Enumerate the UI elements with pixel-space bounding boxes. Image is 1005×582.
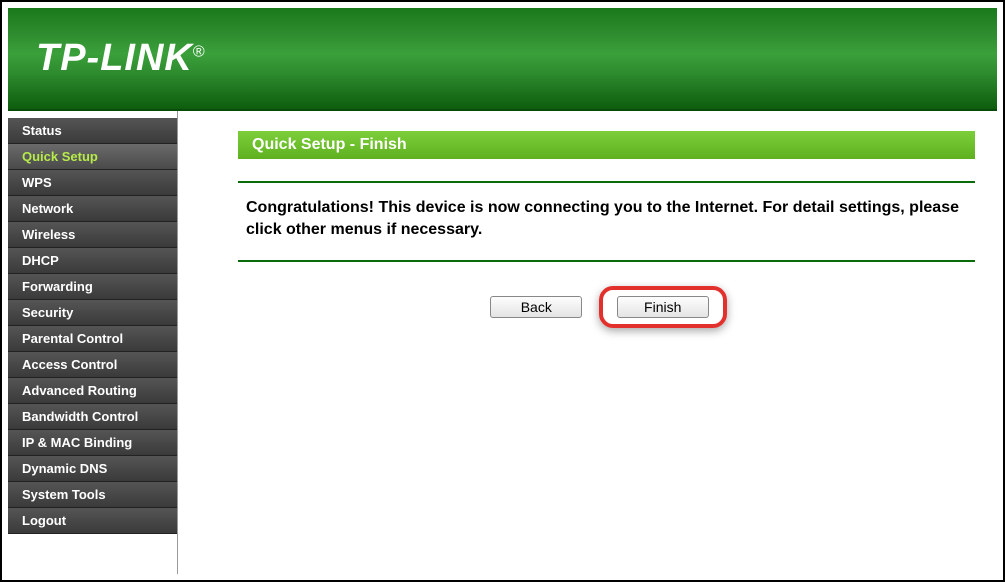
sidebar-item-label: Parental Control xyxy=(22,331,123,346)
sidebar-item-dynamic-dns[interactable]: Dynamic DNS xyxy=(8,456,177,482)
sidebar-item-label: Status xyxy=(22,123,62,138)
sidebar-item-label: Bandwidth Control xyxy=(22,409,138,424)
sidebar-item-label: DHCP xyxy=(22,253,59,268)
sidebar-item-ip-mac-binding[interactable]: IP & MAC Binding xyxy=(8,430,177,456)
sidebar-item-logout[interactable]: Logout xyxy=(8,508,177,534)
sidebar-item-label: IP & MAC Binding xyxy=(22,435,132,450)
sidebar-item-bandwidth-control[interactable]: Bandwidth Control xyxy=(8,404,177,430)
sidebar-item-label: WPS xyxy=(22,175,52,190)
back-button[interactable]: Back xyxy=(490,296,582,318)
sidebar-item-forwarding[interactable]: Forwarding xyxy=(8,274,177,300)
sidebar-item-label: Network xyxy=(22,201,73,216)
header: TP-LINK® xyxy=(8,8,997,111)
page-title: Quick Setup - Finish xyxy=(238,131,975,159)
sidebar-item-label: System Tools xyxy=(22,487,106,502)
button-row: Back Finish xyxy=(238,276,975,328)
finish-button[interactable]: Finish xyxy=(617,296,709,318)
sidebar-item-wireless[interactable]: Wireless xyxy=(8,222,177,248)
brand-logo: TP-LINK® xyxy=(36,37,206,80)
sidebar-item-label: Advanced Routing xyxy=(22,383,137,398)
brand-text: TP-LINK xyxy=(36,37,193,79)
app-inner: TP-LINK® Status Quick Setup WPS Network Wire… xyxy=(8,8,997,574)
sidebar: Status Quick Setup WPS Network Wireless DHCP F… xyxy=(8,111,178,574)
body: Status Quick Setup WPS Network Wireless DHCP F… xyxy=(8,111,997,574)
sidebar-item-dhcp[interactable]: DHCP xyxy=(8,248,177,274)
content: Quick Setup - Finish Congratulations! Th… xyxy=(178,111,997,574)
sidebar-item-label: Security xyxy=(22,305,73,320)
sidebar-item-security[interactable]: Security xyxy=(8,300,177,326)
sidebar-item-network[interactable]: Network xyxy=(8,196,177,222)
sidebar-item-system-tools[interactable]: System Tools xyxy=(8,482,177,508)
sidebar-item-access-control[interactable]: Access Control xyxy=(8,352,177,378)
sidebar-item-label: Logout xyxy=(22,513,66,528)
sidebar-item-parental-control[interactable]: Parental Control xyxy=(8,326,177,352)
registered-icon: ® xyxy=(193,43,206,60)
sidebar-item-label: Wireless xyxy=(22,227,75,242)
divider-bottom xyxy=(238,260,975,262)
sidebar-item-status[interactable]: Status xyxy=(8,118,177,144)
sidebar-item-quick-setup[interactable]: Quick Setup xyxy=(8,144,177,170)
divider-top xyxy=(238,181,975,183)
finish-highlight: Finish xyxy=(599,286,727,328)
sidebar-item-label: Quick Setup xyxy=(22,149,98,164)
sidebar-item-label: Forwarding xyxy=(22,279,93,294)
app-frame: TP-LINK® Status Quick Setup WPS Network Wire… xyxy=(0,0,1005,582)
sidebar-item-label: Dynamic DNS xyxy=(22,461,107,476)
sidebar-item-advanced-routing[interactable]: Advanced Routing xyxy=(8,378,177,404)
sidebar-item-wps[interactable]: WPS xyxy=(8,170,177,196)
congrats-message: Congratulations! This device is now conn… xyxy=(246,197,975,240)
sidebar-item-label: Access Control xyxy=(22,357,117,372)
